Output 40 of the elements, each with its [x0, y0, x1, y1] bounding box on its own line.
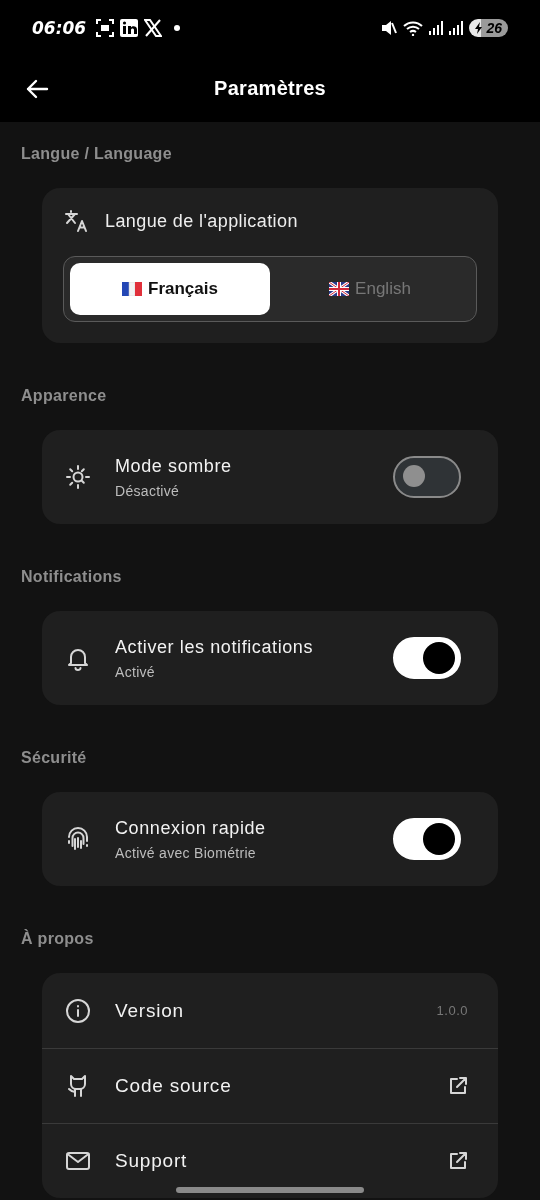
mute-icon	[381, 19, 398, 36]
bolt-icon	[475, 21, 484, 34]
wifi-icon	[403, 19, 424, 36]
setting-label: Version	[115, 999, 185, 1022]
section-title: Apparence	[20, 386, 108, 406]
dot-icon	[174, 24, 181, 31]
flag-icon	[122, 282, 143, 296]
fingerprint-icon	[65, 826, 91, 852]
sun-icon	[65, 464, 91, 490]
back-arrow-icon[interactable]	[25, 79, 49, 99]
screenshot-icon	[96, 18, 115, 37]
battery-indicator: 26	[469, 18, 508, 37]
setting-label: Support	[115, 1150, 189, 1172]
setting-label: Activer les notifications	[115, 636, 315, 658]
toggle-switch[interactable]	[393, 456, 461, 498]
setting-status: Activé	[115, 663, 156, 680]
page-title: Paramètres	[214, 77, 326, 100]
setting-label: Mode sombre	[115, 455, 233, 477]
flag-icon	[329, 282, 350, 296]
external-link-icon	[448, 1076, 468, 1096]
language-option[interactable]: Français	[70, 263, 270, 315]
section-title: Langue / Language	[20, 144, 173, 164]
setting-label: Langue de l'application	[105, 210, 298, 232]
version-number: 1.0.0	[436, 1003, 468, 1018]
setting-label: Connexion rapide	[115, 817, 267, 839]
signal-icon	[449, 20, 464, 35]
section-title: Sécurité	[20, 748, 88, 768]
info-icon	[65, 997, 91, 1024]
signal-icon	[429, 20, 444, 35]
cross-icon	[144, 18, 163, 37]
section-title: Notifications	[20, 567, 123, 587]
link-row[interactable]: Code source	[42, 1048, 498, 1123]
external-link-icon	[448, 1151, 468, 1171]
setting-status: Désactivé	[115, 482, 181, 499]
section-title: À propos	[20, 928, 95, 949]
translate-icon	[63, 208, 89, 234]
app-icon	[120, 18, 139, 37]
clock: 06:06	[32, 17, 87, 38]
setting-label: Code source	[115, 1075, 233, 1097]
setting-status: Activé avec Biométrie	[115, 844, 257, 861]
